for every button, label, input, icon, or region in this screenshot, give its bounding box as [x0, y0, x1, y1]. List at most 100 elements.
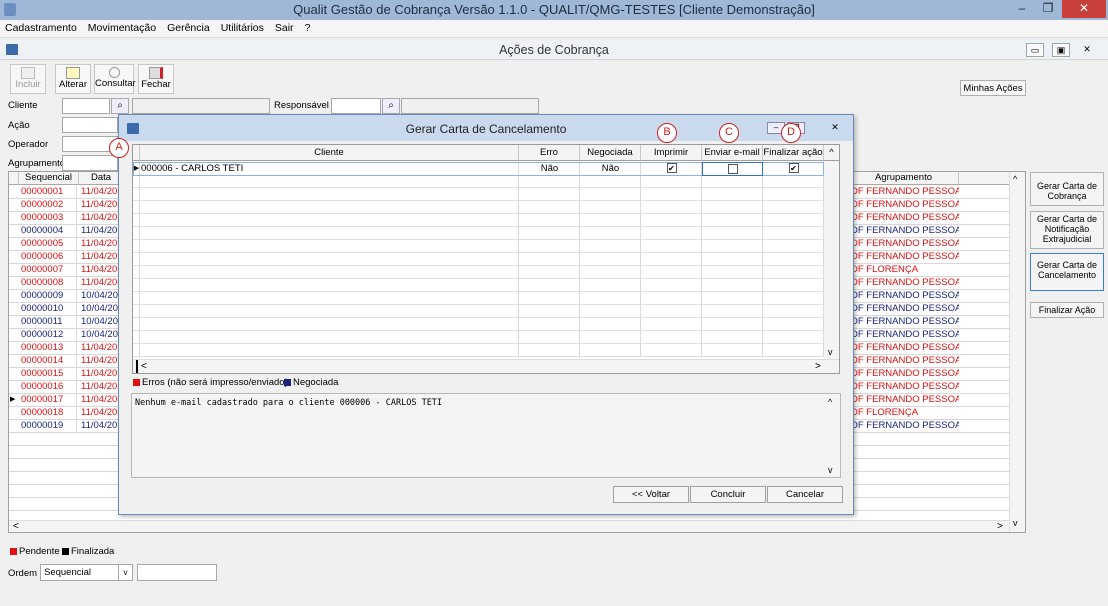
grid-header-indicator	[9, 172, 19, 185]
dgrid-header-negociada[interactable]: Negociada	[580, 145, 641, 161]
finalizada-legend: Finalizada	[71, 546, 115, 557]
row-indicator-icon: ▶	[10, 396, 16, 403]
scroll-down-icon[interactable]: v	[828, 465, 833, 475]
voltar-button[interactable]: << Voltar	[613, 486, 689, 503]
cell-agrupamento: DF FLORENÇA	[851, 407, 919, 418]
scroll-up-icon[interactable]: ^	[1013, 174, 1017, 184]
dgrid-cell-cliente[interactable]: 000006 - CARLOS TETI	[141, 162, 516, 176]
negociada-legend: Negociada	[293, 377, 339, 388]
cell-agrupamento: DF FERNANDO PESSOA	[851, 420, 959, 431]
cell-sequencial: 00000003	[19, 212, 77, 225]
minimize-button[interactable]: –	[1010, 0, 1034, 18]
finalizar-acao-button[interactable]: Finalizar Ação	[1030, 302, 1104, 318]
dgrid-horizontal-scrollbar[interactable]: < >	[133, 359, 839, 373]
scroll-left-icon[interactable]	[136, 360, 138, 373]
dgrid-header-cliente[interactable]: Cliente	[140, 145, 519, 161]
dialog-clientes-grid[interactable]: Cliente Erro Negociada Imprimir Enviar e…	[132, 144, 840, 374]
dgrid-vertical-scrollbar[interactable]: v	[824, 161, 839, 359]
dgrid-header-imprimir[interactable]: Imprimir	[641, 145, 702, 161]
acao-input[interactable]	[62, 117, 118, 133]
alterar-button[interactable]: Alterar	[55, 64, 91, 94]
message-textarea[interactable]: Nenhum e-mail cadastrado para o cliente …	[131, 393, 841, 478]
dgrid-cell-erro[interactable]: Não	[519, 162, 580, 176]
maximize-button[interactable]: ❐	[1036, 0, 1060, 18]
cliente-search-button[interactable]: ⌕	[111, 98, 129, 114]
cell-agrupamento: DF FERNANDO PESSOA	[851, 355, 959, 366]
child-minimize-button[interactable]: ▭	[1026, 43, 1044, 57]
dgrid-col-line	[518, 161, 519, 357]
gerar-carta-cobranca-button[interactable]: Gerar Carta de Cobrança	[1030, 172, 1104, 206]
dgrid-header-finalizar[interactable]: Finalizar ação	[763, 145, 824, 161]
concluir-button[interactable]: Concluir	[690, 486, 766, 503]
agrupamento-input[interactable]	[62, 155, 118, 171]
imprimir-checkbox[interactable]: ✔	[666, 163, 677, 174]
cell-sequencial: 00000005	[19, 238, 77, 251]
ordem-search-input[interactable]	[137, 564, 217, 581]
cell-sequencial: 00000006	[19, 251, 77, 264]
incluir-button[interactable]: Incluir	[10, 64, 46, 94]
negociada-swatch	[284, 379, 291, 386]
scroll-down-icon[interactable]: v	[1013, 518, 1018, 528]
acao-label: Ação	[8, 120, 30, 131]
dgrid-col-line	[701, 161, 702, 357]
gerar-carta-cancelamento-button[interactable]: Gerar Carta de Cancelamento	[1030, 253, 1104, 291]
finalizar-checkbox[interactable]: ✔	[788, 163, 799, 174]
dgrid-col-line	[762, 161, 763, 357]
app-title: Qualit Gestão de Cobrança Versão 1.1.0 -…	[293, 2, 815, 17]
menu-gerencia[interactable]: Gerência	[162, 20, 216, 34]
grid-header-agrupamento[interactable]: Agrupamento	[849, 172, 959, 185]
cell-sequencial: 00000018	[19, 407, 77, 420]
consultar-button[interactable]: Consultar	[94, 64, 136, 94]
menu-cadastramento[interactable]: Cadastramento	[0, 20, 83, 34]
dgrid-header-erro[interactable]: Erro	[519, 145, 580, 161]
scroll-right-icon[interactable]: >	[815, 361, 821, 372]
scroll-left-icon[interactable]: <	[13, 521, 19, 532]
scroll-left-icon[interactable]: <	[141, 361, 147, 372]
cell-agrupamento: DF FERNANDO PESSOA	[851, 303, 959, 314]
cell-agrupamento: DF FERNANDO PESSOA	[851, 342, 959, 353]
finalizar-checkbox-cell[interactable]: ✔	[763, 162, 824, 176]
fechar-button[interactable]: Fechar	[138, 64, 174, 94]
scroll-right-icon[interactable]: >	[997, 521, 1003, 532]
grid-vertical-scrollbar[interactable]: ^ v	[1009, 172, 1025, 532]
child-restore-button[interactable]: ▣	[1052, 43, 1070, 57]
cancelar-button[interactable]: Cancelar	[767, 486, 843, 503]
grid-horizontal-scrollbar[interactable]: < >	[9, 520, 1009, 532]
ordem-select[interactable]: Sequencial v	[40, 564, 133, 581]
cell-sequencial: 00000016	[19, 381, 77, 394]
dgrid-col-line	[139, 161, 140, 357]
dialog-close-button[interactable]: ✕	[825, 122, 845, 134]
dgrid-header-scroll: ^	[824, 145, 839, 161]
cliente-code-input[interactable]	[62, 98, 110, 114]
minhas-acoes-button[interactable]: Minhas Ações	[960, 80, 1026, 96]
responsavel-name-input[interactable]	[401, 98, 539, 114]
menu-sair[interactable]: Sair	[270, 20, 300, 34]
empty-row	[133, 279, 839, 292]
menu-help[interactable]: ?	[300, 20, 317, 34]
agrupamento-label: Agrupamento	[8, 158, 66, 169]
gerar-carta-notificacao-button[interactable]: Gerar Carta de Notificação Extrajudicial	[1030, 211, 1104, 249]
child-close-button[interactable]: ✕	[1078, 43, 1096, 57]
responsavel-search-button[interactable]: ⌕	[382, 98, 400, 114]
exit-door-icon	[149, 67, 163, 79]
empty-row	[133, 253, 839, 266]
responsavel-code-input[interactable]	[331, 98, 381, 114]
dgrid-cell-negociada[interactable]: Não	[580, 162, 641, 176]
menu-utilitarios[interactable]: Utilitários	[216, 20, 270, 34]
chevron-down-icon[interactable]: v	[118, 565, 132, 580]
cell-sequencial: 00000010	[19, 303, 77, 316]
dgrid-header-enviar-email[interactable]: Enviar e-mail	[702, 145, 763, 161]
cliente-name-input[interactable]	[132, 98, 270, 114]
empty-row	[133, 318, 839, 331]
edit-icon	[66, 67, 80, 79]
menu-movimentacao[interactable]: Movimentação	[83, 20, 162, 34]
erros-swatch	[133, 379, 140, 386]
enviar-email-checkbox[interactable]	[727, 164, 738, 175]
enviar-email-checkbox-cell[interactable]	[702, 162, 763, 176]
scroll-up-icon[interactable]: ^	[828, 397, 832, 407]
cell-agrupamento: DF FERNANDO PESSOA	[851, 394, 959, 405]
close-button[interactable]: ✕	[1062, 0, 1106, 18]
scroll-down-icon[interactable]: v	[828, 347, 833, 357]
imprimir-checkbox-cell[interactable]: ✔	[641, 162, 702, 176]
grid-header-sequencial[interactable]: Sequencial	[19, 172, 79, 185]
